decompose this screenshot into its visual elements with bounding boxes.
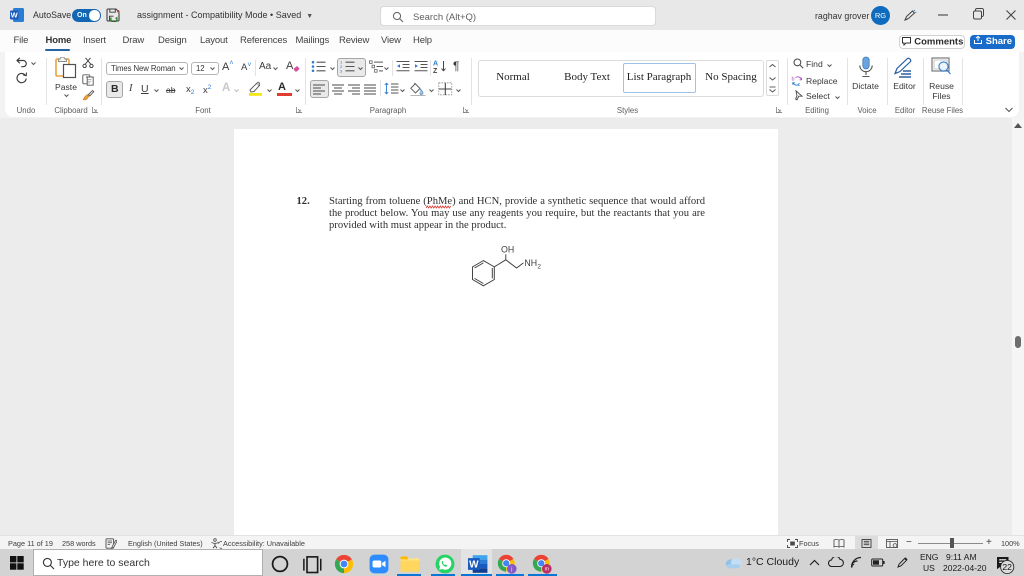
svg-text:Z: Z <box>433 68 438 74</box>
svg-text:OH: OH <box>501 244 514 254</box>
svg-text:3: 3 <box>340 68 343 73</box>
svg-text:m: m <box>545 566 549 572</box>
svg-text:b: b <box>792 76 795 82</box>
svg-text:W: W <box>469 559 479 570</box>
svg-text:2: 2 <box>537 264 541 271</box>
svg-text:A: A <box>433 61 438 68</box>
svg-text:22: 22 <box>1002 562 1012 572</box>
svg-text:NH: NH <box>524 258 537 268</box>
